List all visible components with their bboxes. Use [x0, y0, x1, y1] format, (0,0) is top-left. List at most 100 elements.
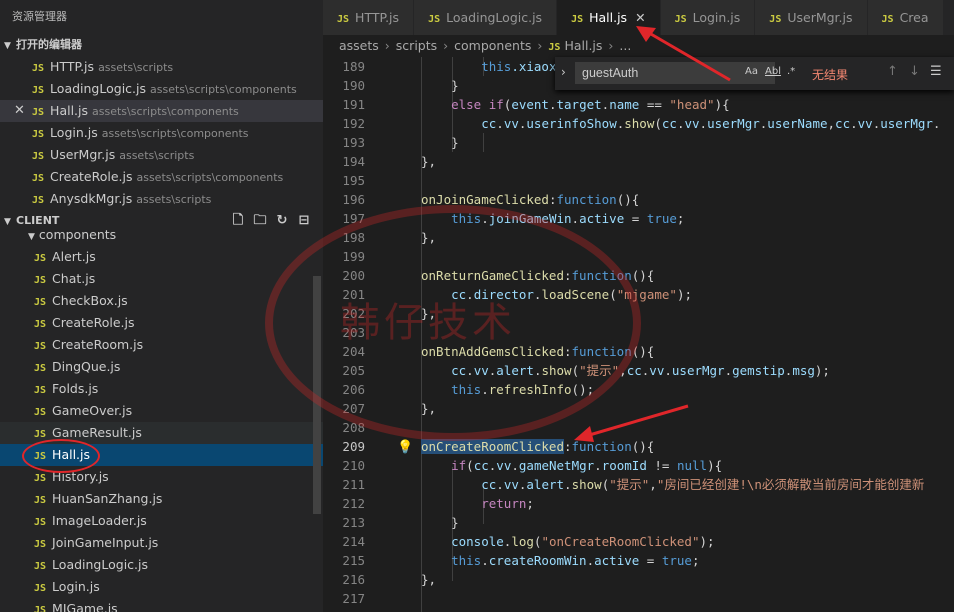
code-line[interactable]: } [421, 133, 459, 152]
editor-tab[interactable]: JS Login.js [660, 0, 756, 35]
code-line[interactable]: } [421, 76, 459, 95]
code-line[interactable]: }, [421, 228, 436, 247]
code-line[interactable]: onReturnGameClicked:function(){ [421, 266, 654, 285]
open-editor-name: Login.js [50, 125, 98, 140]
file-item[interactable]: JS Login.js [0, 576, 323, 598]
file-item[interactable]: JS CreateRoom.js [0, 334, 323, 356]
editor-tab[interactable]: JS HTTP.js [323, 0, 415, 35]
line-number: 200 [342, 268, 365, 283]
line-number: 202 [342, 306, 365, 321]
file-item[interactable]: JS CheckBox.js [0, 290, 323, 312]
file-name: MJGame.js [52, 601, 118, 612]
open-editor-item[interactable]: JS Login.js assets\scripts\components [0, 122, 323, 144]
code-line[interactable]: cc.vv.userinfoShow.show(cc.vv.userMgr.us… [421, 114, 940, 133]
open-editor-item[interactable]: JS LoadingLogic.js assets\scripts\componen… [0, 78, 323, 100]
previous-match-icon[interactable]: ↑ [887, 64, 898, 79]
file-name: Login.js [52, 579, 100, 594]
file-name: Alert.js [52, 249, 96, 264]
breadcrumb-item[interactable]: scripts [396, 38, 437, 53]
tab-label: Crea [899, 10, 929, 25]
editor-tab[interactable]: JS Crea [867, 0, 944, 35]
file-item[interactable]: JS Alert.js [0, 246, 323, 268]
js-file-icon: JS [34, 297, 47, 308]
line-number: 204 [342, 344, 365, 359]
find-in-selection-icon[interactable]: ☰ [930, 64, 942, 79]
code-line[interactable]: this.createRoomWin.active = true; [421, 551, 699, 570]
editor-tab[interactable]: JS Hall.js ✕ [557, 0, 661, 35]
code-line[interactable]: onBtnAddGemsClicked:function(){ [421, 342, 654, 361]
code-line[interactable]: }, [421, 304, 436, 323]
line-number: 194 [342, 154, 365, 169]
breadcrumb-item[interactable]: assets [339, 38, 379, 53]
file-item[interactable]: JS Chat.js [0, 268, 323, 290]
file-item[interactable]: JS JoinGameInput.js [0, 532, 323, 554]
file-item[interactable]: JS HuanSanZhang.js [0, 488, 323, 510]
breadcrumb-item[interactable]: components [454, 38, 531, 53]
open-editor-item[interactable]: ✕ JS Hall.js assets\scripts\components [0, 100, 323, 122]
file-item[interactable]: JS MJGame.js [0, 598, 323, 612]
file-item[interactable]: JS GameOver.js [0, 400, 323, 422]
tab-label: Hall.js [589, 10, 628, 25]
code-line[interactable]: cc.vv.alert.show("提示","房间已经创建!\n必须解散当前房间… [421, 475, 924, 494]
editor-tab[interactable]: JS LoadingLogic.js [414, 0, 558, 35]
code-line[interactable]: this.xiaox [421, 57, 556, 76]
open-editor-item[interactable]: JS CreateRole.js assets\scripts\components [0, 166, 323, 188]
js-file-icon: JS [769, 14, 782, 25]
code-line[interactable]: if(cc.vv.gameNetMgr.roomId != null){ [421, 456, 722, 475]
file-name: GameOver.js [52, 403, 133, 418]
file-item[interactable]: JS DingQue.js [0, 356, 323, 378]
code-line[interactable]: onCreateRoomClicked:function(){ [421, 437, 654, 456]
open-editor-name: UserMgr.js [50, 147, 116, 162]
file-item[interactable]: JS ImageLoader.js [0, 510, 323, 532]
line-number: 214 [342, 534, 365, 549]
js-file-icon: JS [34, 319, 47, 330]
open-editor-path: assets\scripts\components [101, 127, 249, 140]
file-item[interactable]: JS LoadingLogic.js [0, 554, 323, 576]
breadcrumb-item[interactable]: Hall.js [564, 38, 602, 53]
code-line[interactable]: }, [421, 399, 436, 418]
js-file-icon: JS [34, 407, 47, 418]
open-editor-item[interactable]: JS HTTP.js assets\scripts [0, 56, 323, 78]
code-line[interactable]: }, [421, 152, 436, 171]
js-file-icon: JS [34, 451, 47, 462]
close-icon[interactable]: ✕ [14, 100, 25, 122]
code-line[interactable]: console.log("onCreateRoomClicked"); [421, 532, 714, 551]
file-item[interactable]: JS History.js [0, 466, 323, 488]
file-item[interactable]: JS CreateRole.js [0, 312, 323, 334]
sidebar-scrollbar[interactable] [313, 276, 321, 514]
open-editor-item[interactable]: JS AnysdkMgr.js assets\scripts [0, 188, 323, 210]
open-editor-item[interactable]: JS UserMgr.js assets\scripts [0, 144, 323, 166]
code-line[interactable]: else if(event.target.name == "head"){ [421, 95, 730, 114]
file-item[interactable]: JS GameResult.js [0, 422, 323, 444]
file-item[interactable]: JS Hall.js [0, 444, 323, 466]
open-editors-header[interactable]: ▼ 打开的编辑器 [0, 34, 323, 56]
code-line[interactable]: cc.director.loadScene("mjgame"); [421, 285, 692, 304]
file-name: Hall.js [52, 447, 91, 462]
regex-icon[interactable]: .* [787, 66, 795, 77]
close-tab-icon[interactable]: ✕ [635, 10, 645, 25]
code-editor[interactable]: 💡 189 this.xiaox 190 } 191 else if(event.t… [323, 57, 954, 612]
chevron-right-icon[interactable]: › [561, 65, 566, 79]
line-number: 197 [342, 211, 365, 226]
editor-tab[interactable]: JS UserMgr.js [755, 0, 868, 35]
folder-components[interactable]: ▼ components [0, 224, 323, 246]
file-item[interactable]: JS Folds.js [0, 378, 323, 400]
code-line[interactable]: this.refreshInfo(); [421, 380, 594, 399]
code-line[interactable]: cc.vv.alert.show("提示",cc.vv.userMgr.gems… [421, 361, 830, 380]
code-line[interactable]: this.joinGameWin.active = true; [421, 209, 684, 228]
code-line[interactable]: return; [421, 494, 534, 513]
line-number: 192 [342, 116, 365, 131]
code-line[interactable]: } [421, 513, 459, 532]
js-file-icon: JS [34, 561, 47, 572]
lightbulb-icon[interactable]: 💡 [397, 440, 413, 455]
breadcrumb-item[interactable]: ... [619, 38, 631, 53]
file-name: HuanSanZhang.js [52, 491, 163, 506]
js-file-icon: JS [34, 495, 47, 506]
match-case-icon[interactable]: Aa [745, 66, 758, 77]
tab-label: HTTP.js [355, 10, 400, 25]
whole-word-icon[interactable]: Abl [765, 66, 781, 77]
code-line[interactable]: onJoinGameClicked:function(){ [421, 190, 639, 209]
line-number: 215 [342, 553, 365, 568]
code-line[interactable]: }, [421, 570, 436, 589]
next-match-icon[interactable]: ↓ [909, 64, 920, 79]
